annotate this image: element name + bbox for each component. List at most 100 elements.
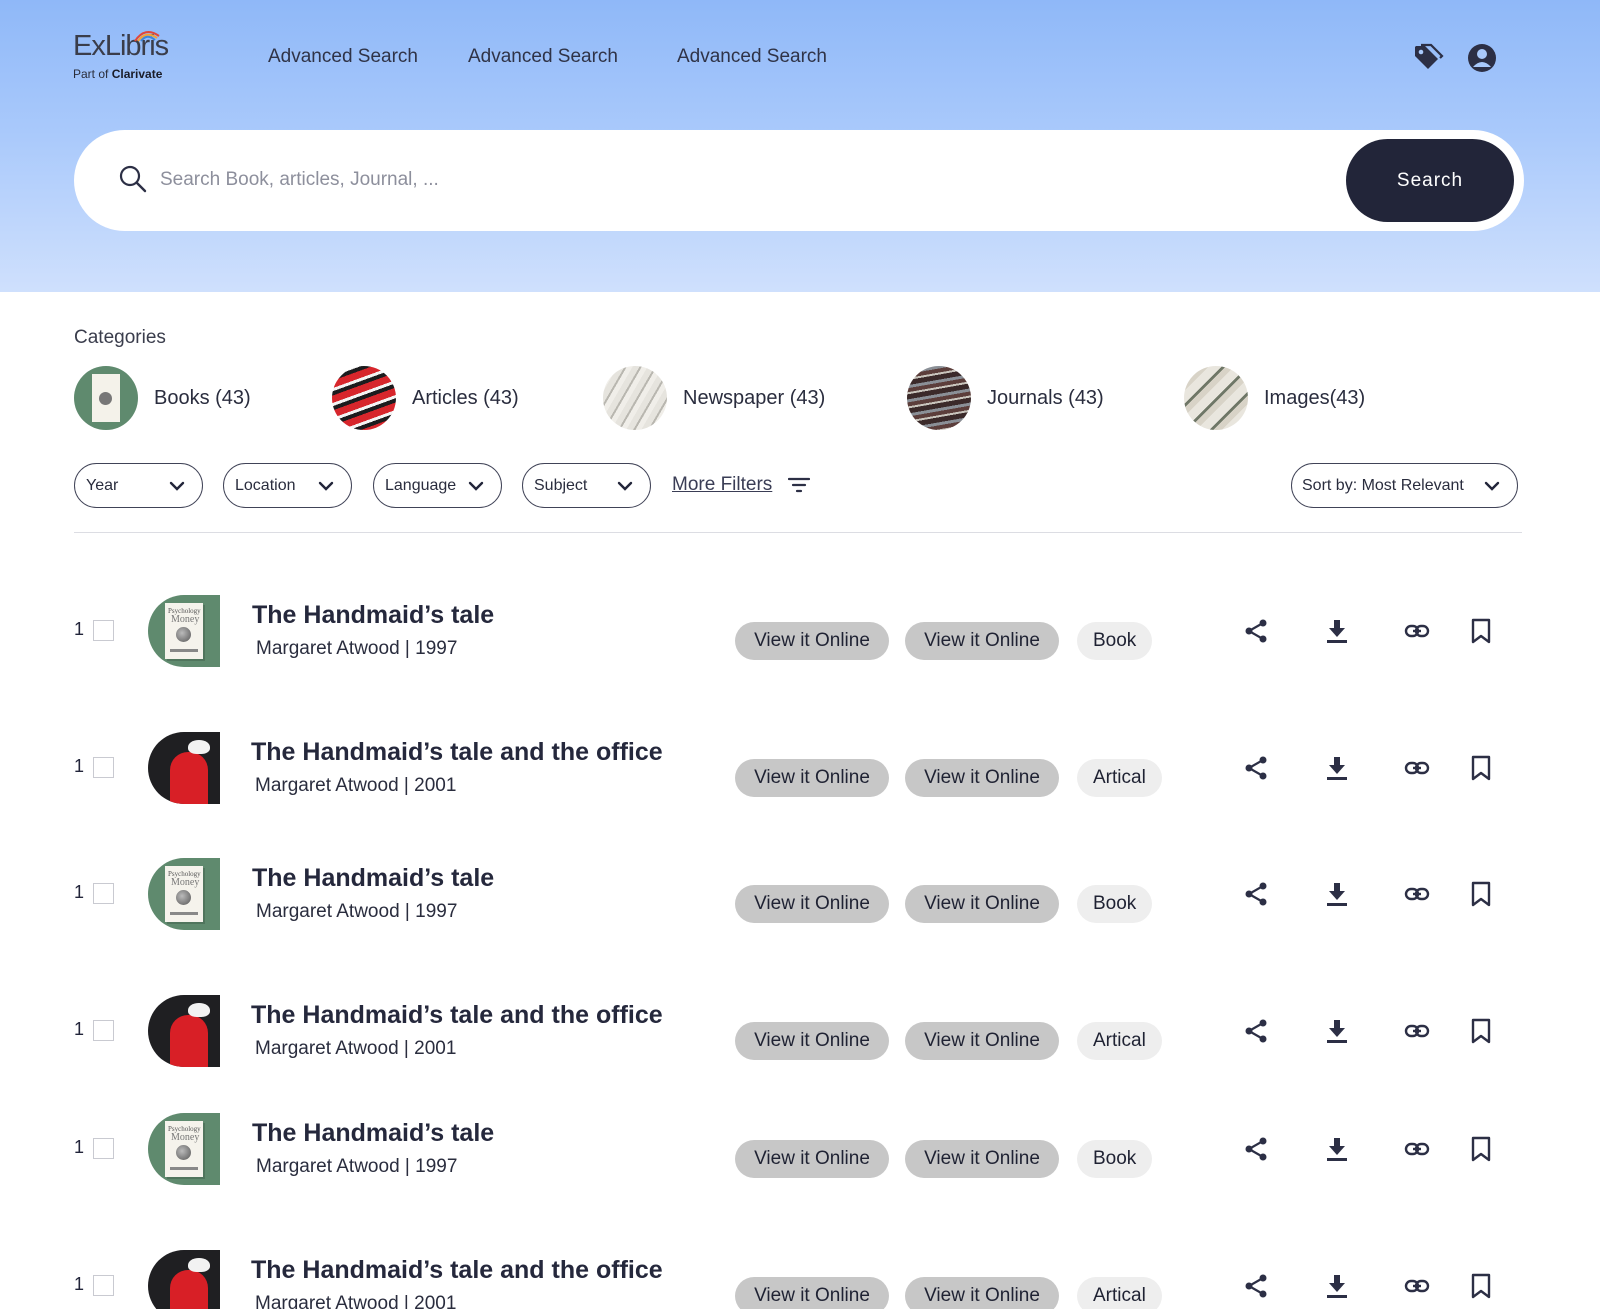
result-title[interactable]: The Handmaid’s tale [252,864,494,893]
view-online-button[interactable]: View it Online [735,1140,889,1178]
filters-divider [74,532,1522,533]
tags-icon[interactable] [1412,42,1444,74]
result-checkbox[interactable] [93,1020,114,1041]
result-title[interactable]: The Handmaid’s tale [252,1119,494,1148]
user-account-icon[interactable] [1466,42,1498,74]
filter-lines-icon[interactable] [788,476,810,494]
category-journals-label: Journals (43) [987,386,1104,409]
share-icon[interactable] [1241,1271,1271,1301]
search-button[interactable]: Search [1346,139,1514,222]
download-icon[interactable] [1322,879,1352,909]
category-books[interactable]: Books (43) [74,366,251,430]
nav-advanced-search-1[interactable]: Advanced Search [268,46,418,68]
bookmark-icon[interactable] [1466,1271,1496,1301]
result-number: 1 [74,619,85,639]
share-icon[interactable] [1241,1134,1271,1164]
exlibris-logo[interactable]: ExLibris Part of Clarivate [73,28,183,86]
result-cover-image[interactable]: Psychology Money [148,1113,220,1185]
link-icon[interactable] [1402,1016,1432,1046]
result-title[interactable]: The Handmaid’s tale and the office [251,1256,663,1285]
result-row: 1 Psychology Money The Handmaid’s tale Ma… [0,857,1600,937]
link-icon[interactable] [1402,753,1432,783]
share-icon[interactable] [1241,879,1271,909]
type-badge: Book [1077,622,1153,660]
view-online-button[interactable]: View it Online [905,1277,1059,1309]
view-online-button[interactable]: View it Online [735,759,889,797]
result-title[interactable]: The Handmaid’s tale [252,601,494,630]
result-number: 1 [74,1019,85,1039]
chevron-down-icon [318,481,334,491]
view-online-button[interactable]: View it Online [735,622,889,660]
result-number: 1 [74,1137,85,1157]
category-articles[interactable]: Articles (43) [332,366,519,430]
bookmark-icon[interactable] [1466,753,1496,783]
result-title[interactable]: The Handmaid’s tale and the office [251,1001,663,1030]
download-icon[interactable] [1322,1134,1352,1164]
download-icon[interactable] [1322,1271,1352,1301]
result-number: 1 [74,1274,85,1294]
more-filters-link[interactable]: More Filters [672,474,772,496]
result-cover-image[interactable] [148,1250,220,1309]
category-images[interactable]: Images(43) [1184,366,1365,430]
bookmark-icon[interactable] [1466,1016,1496,1046]
chevron-down-icon [468,481,484,491]
bookmark-icon[interactable] [1466,879,1496,909]
sort-dropdown[interactable]: Sort by: Most Relevant [1291,463,1518,508]
share-icon[interactable] [1241,616,1271,646]
view-online-button[interactable]: View it Online [905,885,1059,923]
bookmark-icon[interactable] [1466,616,1496,646]
view-online-button[interactable]: View it Online [905,1140,1059,1178]
result-checkbox[interactable] [93,757,114,778]
result-cover-image[interactable] [148,995,220,1067]
link-icon[interactable] [1402,879,1432,909]
view-online-button[interactable]: View it Online [905,759,1059,797]
category-journals[interactable]: Journals (43) [907,366,1104,430]
filter-location-label: Location [235,476,296,494]
view-online-button[interactable]: View it Online [905,1022,1059,1060]
books-thumbnail [74,366,138,430]
result-author-year: Margaret Atwood | 2001 [255,775,457,796]
filter-subject[interactable]: Subject [522,463,651,508]
result-checkbox[interactable] [93,1138,114,1159]
bookmark-icon[interactable] [1466,1134,1496,1164]
category-newspaper[interactable]: Newspaper (43) [603,366,825,430]
nav-advanced-search-3[interactable]: Advanced Search [677,46,827,68]
result-cover-image[interactable] [148,732,220,804]
filter-location[interactable]: Location [223,463,352,508]
result-row: 1 The Handmaid’s tale and the office Mar… [0,994,1600,1074]
link-icon[interactable] [1402,1134,1432,1164]
filter-year[interactable]: Year [74,463,203,508]
result-row: 1 Psychology Money The Handmaid’s tale Ma… [0,594,1600,674]
result-title[interactable]: The Handmaid’s tale and the office [251,738,663,767]
view-online-button[interactable]: View it Online [905,622,1059,660]
search-icon [119,165,147,193]
result-checkbox[interactable] [93,883,114,904]
filter-year-label: Year [86,476,119,494]
search-input[interactable] [160,160,1260,200]
download-icon[interactable] [1322,753,1352,783]
result-cover-image[interactable]: Psychology Money [148,858,220,930]
link-icon[interactable] [1402,616,1432,646]
result-checkbox[interactable] [93,620,114,641]
result-number: 1 [74,882,85,902]
share-icon[interactable] [1241,1016,1271,1046]
sort-label: Sort by: Most Relevant [1302,476,1464,494]
download-icon[interactable] [1322,1016,1352,1046]
view-online-button[interactable]: View it Online [735,885,889,923]
result-checkbox[interactable] [93,1275,114,1296]
result-cover-image[interactable]: Psychology Money [148,595,220,667]
filter-subject-label: Subject [534,476,588,494]
view-online-button[interactable]: View it Online [735,1022,889,1060]
type-badge: Artical [1077,1277,1162,1309]
category-images-label: Images(43) [1264,386,1366,409]
nav-advanced-search-2[interactable]: Advanced Search [468,46,618,68]
share-icon[interactable] [1241,753,1271,783]
result-row: 1 The Handmaid’s tale and the office Mar… [0,731,1600,811]
chevron-down-icon [1484,481,1500,491]
search-bar: Search [74,130,1524,231]
view-online-button[interactable]: View it Online [735,1277,889,1309]
filter-language[interactable]: Language [373,463,502,508]
link-icon[interactable] [1402,1271,1432,1301]
result-row: 1 The Handmaid’s tale and the office Mar… [0,1249,1600,1309]
download-icon[interactable] [1322,616,1352,646]
